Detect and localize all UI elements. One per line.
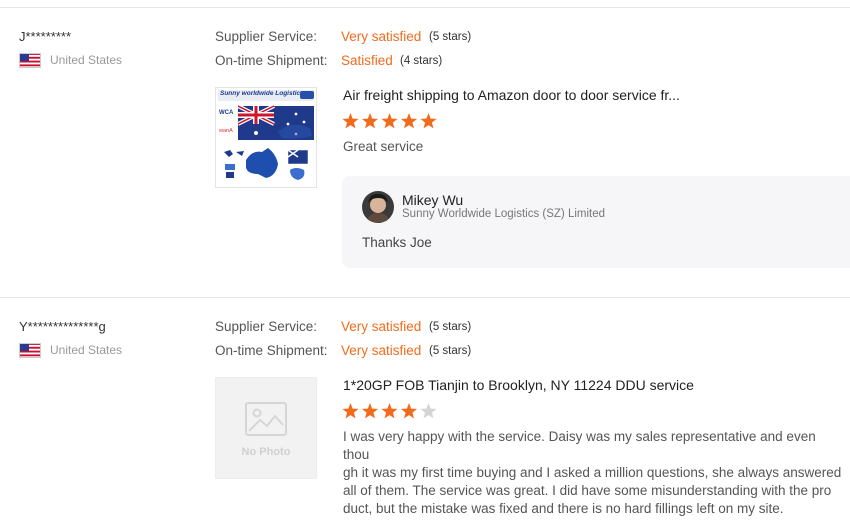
shipment-label: On-time Shipment: bbox=[215, 343, 328, 358]
star-filled-icon bbox=[361, 403, 379, 419]
no-photo-label: No Photo bbox=[241, 446, 291, 458]
australia-map-icon bbox=[224, 148, 309, 180]
rating-stars bbox=[342, 403, 437, 419]
avatar bbox=[362, 191, 394, 223]
reply-author-name: Mikey Wu bbox=[402, 192, 464, 208]
reply-text: Thanks Joe bbox=[362, 235, 432, 250]
us-flag-icon bbox=[19, 343, 41, 358]
supplier-service-value: Very satisfied bbox=[341, 29, 422, 44]
review-divider bbox=[0, 297, 850, 298]
star-filled-icon bbox=[381, 113, 398, 129]
shipment-stars: (4 stars) bbox=[400, 55, 443, 67]
star-empty-icon bbox=[420, 403, 437, 419]
review-line: I was very happy with the service. Daisy… bbox=[343, 429, 816, 462]
supplier-service-stars: (5 stars) bbox=[429, 321, 472, 333]
star-filled-icon bbox=[342, 403, 359, 419]
supplier-service-stars: (5 stars) bbox=[429, 31, 472, 43]
shipment-label: On-time Shipment: bbox=[215, 53, 328, 68]
product-title[interactable]: Air freight shipping to Amazon door to d… bbox=[343, 87, 680, 103]
star-filled-icon bbox=[361, 113, 379, 129]
wca-logo: WCA bbox=[219, 110, 234, 116]
no-photo-icon bbox=[245, 402, 287, 436]
review-text: I was very happy with the service. Daisy… bbox=[343, 428, 843, 518]
buyer-country: United States bbox=[50, 53, 123, 67]
supplier-reply: Mikey Wu Sunny Worldwide Logistics (SZ) … bbox=[342, 176, 850, 268]
star-filled-icon bbox=[342, 113, 359, 129]
supplier-service-value: Very satisfied bbox=[341, 319, 422, 334]
product-image[interactable]: Sunny worldwide Logistics WCA wanA bbox=[215, 87, 317, 188]
product-title[interactable]: 1*20GP FOB Tianjin to Brooklyn, NY 11224… bbox=[343, 377, 694, 393]
star-filled-icon bbox=[400, 113, 418, 129]
wana-logo: wanA bbox=[219, 128, 233, 134]
reply-company: Sunny Worldwide Logistics (SZ) Limited bbox=[402, 208, 606, 220]
review-line: duct, but the mistake was fixed and ther… bbox=[343, 501, 784, 516]
star-filled-icon bbox=[420, 113, 437, 129]
review-line: all of them. The service was great. I di… bbox=[343, 483, 832, 498]
supplier-service-label: Supplier Service: bbox=[215, 29, 318, 44]
buyer-country: United States bbox=[50, 343, 123, 357]
shipment-stars: (5 stars) bbox=[429, 345, 472, 357]
buyer-name: Y**************g bbox=[19, 319, 106, 334]
australia-flag-icon bbox=[238, 104, 314, 140]
star-filled-icon bbox=[381, 403, 398, 419]
us-flag-icon bbox=[19, 53, 41, 68]
shipment-value: Satisfied bbox=[341, 53, 393, 68]
brand-logo-icon bbox=[300, 91, 314, 99]
product-image-brand: Sunny worldwide Logistics bbox=[220, 90, 304, 97]
buyer-name: J********* bbox=[19, 29, 72, 44]
top-divider bbox=[0, 7, 850, 8]
product-image-placeholder[interactable]: No Photo bbox=[215, 377, 317, 479]
star-filled-icon bbox=[400, 403, 418, 419]
review-text: Great service bbox=[343, 139, 424, 154]
shipment-value: Very satisfied bbox=[341, 343, 422, 358]
review-line: gh it was my first time buying and I ask… bbox=[343, 465, 842, 480]
rating-stars bbox=[342, 113, 437, 129]
supplier-service-label: Supplier Service: bbox=[215, 319, 318, 334]
